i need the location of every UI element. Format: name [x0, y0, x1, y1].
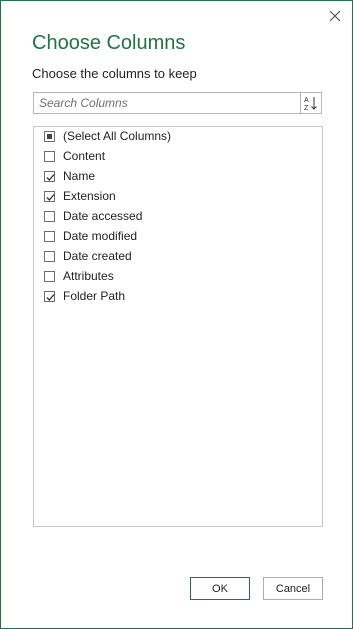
column-label: Name: [63, 169, 96, 183]
checkmark-icon: [46, 193, 55, 201]
column-item-date-accessed[interactable]: Date accessed: [44, 207, 142, 225]
svg-text:Z: Z: [304, 105, 309, 111]
column-item-date-modified[interactable]: Date modified: [44, 227, 137, 245]
column-label: Content: [63, 149, 106, 163]
checkbox-unchecked[interactable]: [44, 230, 55, 242]
column-item-content[interactable]: Content: [44, 147, 105, 165]
sort-button[interactable]: A Z: [300, 92, 322, 114]
columns-list: (Select All Columns) Content Name Extens…: [33, 126, 323, 527]
checkmark-icon: [46, 293, 55, 301]
column-label: Date created: [63, 249, 132, 263]
column-label: Date accessed: [63, 209, 143, 223]
sort-az-icon: A Z: [304, 97, 317, 111]
column-item-attributes[interactable]: Attributes: [44, 267, 114, 285]
column-item-name[interactable]: Name: [44, 167, 95, 185]
checkbox-unchecked[interactable]: [44, 250, 55, 262]
column-item-extension[interactable]: Extension: [44, 187, 116, 205]
column-item-date-created[interactable]: Date created: [44, 247, 132, 265]
close-button[interactable]: [326, 7, 344, 25]
search-columns-input[interactable]: [33, 92, 304, 114]
dialog-subtitle: Choose the columns to keep: [32, 66, 197, 81]
checkbox-unchecked[interactable]: [44, 210, 55, 222]
choose-columns-dialog: Choose Columns Choose the columns to kee…: [0, 0, 353, 629]
checkmark-icon: [46, 173, 55, 181]
svg-text:A: A: [304, 97, 309, 104]
column-label: Attributes: [63, 269, 114, 283]
cancel-button[interactable]: Cancel: [263, 577, 323, 600]
column-item-folder-path[interactable]: Folder Path: [44, 287, 125, 305]
checkbox-checked[interactable]: [44, 190, 55, 202]
column-label: (Select All Columns): [63, 129, 172, 143]
column-item-select-all[interactable]: (Select All Columns): [44, 127, 171, 145]
dialog-title: Choose Columns: [32, 32, 186, 54]
close-icon: [329, 10, 341, 22]
column-label: Extension: [63, 189, 116, 203]
checkbox-unchecked[interactable]: [44, 150, 55, 162]
checkbox-unchecked[interactable]: [44, 270, 55, 282]
column-label: Folder Path: [63, 289, 126, 303]
checkbox-checked[interactable]: [44, 290, 55, 302]
checkbox-partial[interactable]: [44, 130, 55, 142]
checkbox-checked[interactable]: [44, 170, 55, 182]
ok-button[interactable]: OK: [190, 577, 250, 600]
column-label: Date modified: [63, 229, 138, 243]
